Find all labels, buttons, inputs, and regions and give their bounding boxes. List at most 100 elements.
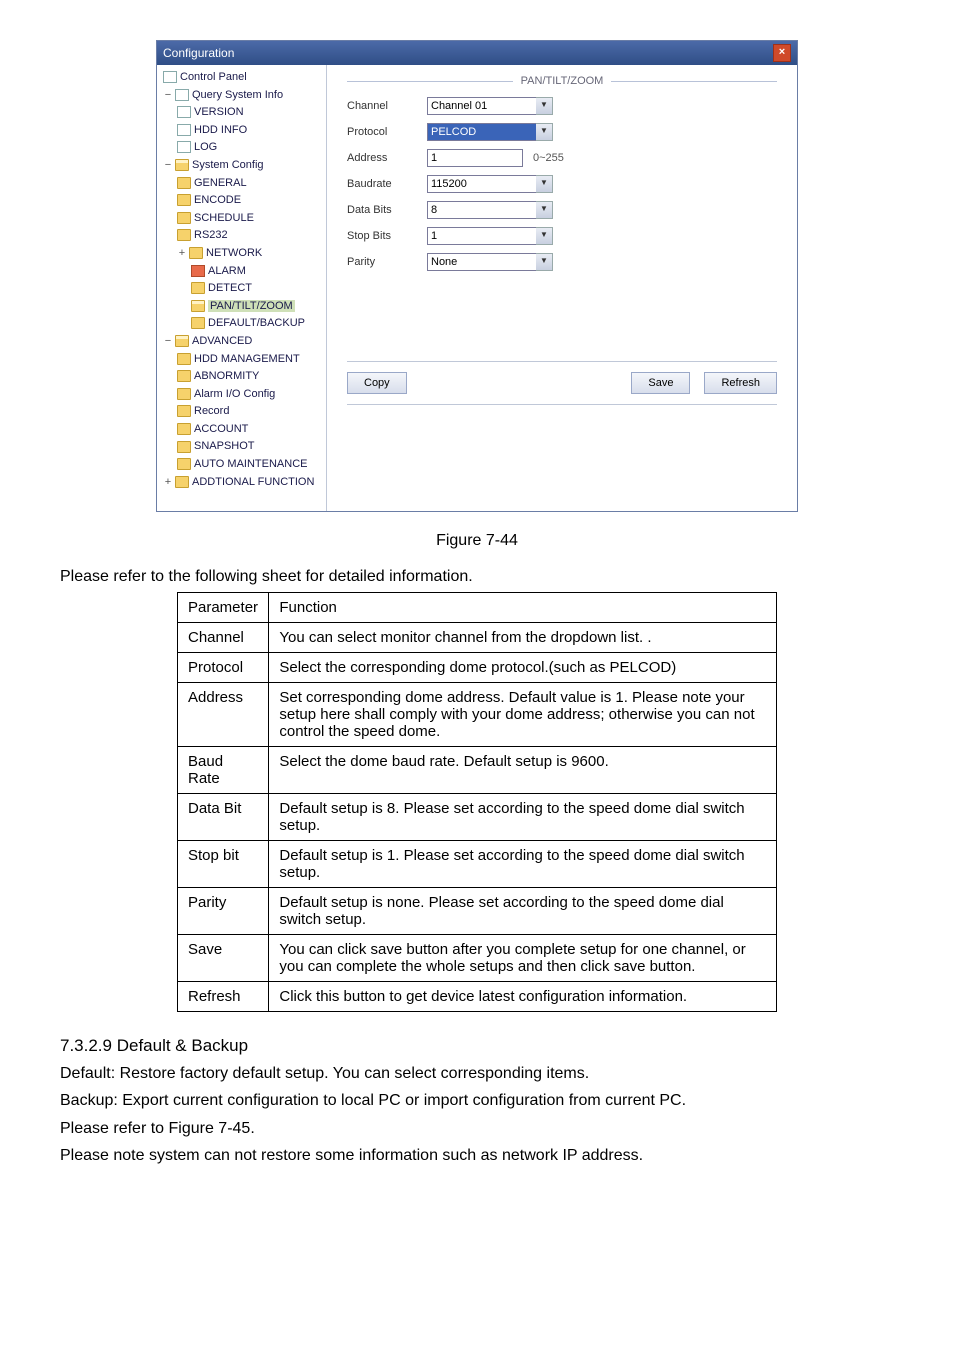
chevron-down-icon[interactable]: ▼ [536, 253, 553, 271]
tree-item[interactable]: ENCODE [177, 192, 324, 210]
table-row: RefreshClick this button to get device l… [178, 982, 777, 1012]
folder-icon [177, 177, 191, 189]
tree-item[interactable]: ACCOUNT [177, 421, 324, 439]
tree-network[interactable]: NETWORK [206, 247, 262, 259]
address-hint: 0~255 [533, 152, 564, 164]
folder-icon [177, 229, 191, 241]
folder-icon [177, 423, 191, 435]
tree-item[interactable]: VERSION [177, 104, 324, 122]
folder-open-icon [191, 300, 205, 312]
stopbits-label: Stop Bits [347, 230, 427, 242]
baudrate-label: Baudrate [347, 178, 427, 190]
intro-text: Please refer to the following sheet for … [60, 568, 894, 586]
panel-icon [163, 71, 177, 83]
address-input[interactable] [427, 149, 523, 167]
tree-item[interactable]: HDD MANAGEMENT [177, 351, 324, 369]
parameter-table: Parameter Function ChannelYou can select… [177, 592, 777, 1012]
stopbits-select[interactable] [427, 227, 537, 245]
refresh-button[interactable]: Refresh [704, 372, 777, 394]
close-icon[interactable]: × [773, 44, 791, 62]
body-text: Default: Restore factory default setup. … [60, 1062, 894, 1085]
tree-item[interactable]: RS232 [177, 227, 324, 245]
folder-icon [177, 194, 191, 206]
tree-item[interactable]: SCHEDULE [177, 210, 324, 228]
tree-item[interactable]: ABNORMITY [177, 368, 324, 386]
func-cell: Default setup is 1. Please set according… [269, 841, 777, 888]
tree-item[interactable]: Alarm I/O Config [177, 386, 324, 404]
param-cell: Data Bit [178, 794, 269, 841]
protocol-select[interactable] [427, 123, 537, 141]
chevron-down-icon[interactable]: ▼ [536, 201, 553, 219]
tree-item[interactable]: SNAPSHOT [177, 438, 324, 456]
folder-icon [191, 265, 205, 277]
param-cell: Parity [178, 888, 269, 935]
folder-icon [191, 317, 205, 329]
window-title: Configuration [163, 46, 234, 60]
table-row: Data BitDefault setup is 8. Please set a… [178, 794, 777, 841]
folder-icon [175, 476, 189, 488]
chevron-down-icon[interactable]: ▼ [536, 97, 553, 115]
baudrate-select[interactable] [427, 175, 537, 193]
address-label: Address [347, 152, 427, 164]
protocol-label: Protocol [347, 126, 427, 138]
func-cell: Click this button to get device latest c… [269, 982, 777, 1012]
chevron-down-icon[interactable]: ▼ [536, 123, 553, 141]
table-row: ParityDefault setup is none. Please set … [178, 888, 777, 935]
folder-icon [177, 370, 191, 382]
tree-item-ptz[interactable]: PAN/TILT/ZOOM [191, 298, 324, 316]
func-cell: Set corresponding dome address. Default … [269, 683, 777, 747]
parity-select[interactable] [427, 253, 537, 271]
tree-sysconfig[interactable]: System Config [192, 159, 264, 171]
gear-icon [175, 335, 189, 347]
folder-icon [177, 212, 191, 224]
tree-item[interactable]: AUTO MAINTENANCE [177, 456, 324, 474]
func-cell: Default setup is 8. Please set according… [269, 794, 777, 841]
param-cell: Stop bit [178, 841, 269, 888]
chevron-down-icon[interactable]: ▼ [536, 227, 553, 245]
col-header-param: Parameter [178, 593, 269, 623]
databits-select[interactable] [427, 201, 537, 219]
param-cell: Save [178, 935, 269, 982]
table-row: ChannelYou can select monitor channel fr… [178, 623, 777, 653]
button-bar: Copy Save Refresh [347, 361, 777, 405]
folder-icon [177, 353, 191, 365]
copy-button[interactable]: Copy [347, 372, 407, 394]
param-cell: Baud Rate [178, 747, 269, 794]
window-titlebar: Configuration × [157, 41, 797, 65]
chevron-down-icon[interactable]: ▼ [536, 175, 553, 193]
nav-tree: Control Panel −Query System Info VERSION… [157, 65, 327, 511]
tree-item[interactable]: DETECT [191, 280, 324, 298]
tree-item[interactable]: DEFAULT/BACKUP [191, 315, 324, 333]
doc-icon [177, 124, 191, 136]
databits-label: Data Bits [347, 204, 427, 216]
save-button[interactable]: Save [631, 372, 690, 394]
content-pane: PAN/TILT/ZOOM Channel ▼ Protocol ▼ Addre… [327, 65, 797, 511]
table-row: SaveYou can click save button after you … [178, 935, 777, 982]
figure-caption: Figure 7-44 [60, 532, 894, 550]
channel-select[interactable] [427, 97, 537, 115]
doc-icon [177, 106, 191, 118]
tree-item[interactable]: ALARM [191, 263, 324, 281]
section-title: PAN/TILT/ZOOM [513, 75, 612, 87]
doc-icon [175, 89, 189, 101]
folder-icon [177, 388, 191, 400]
tree-item[interactable]: LOG [177, 139, 324, 157]
tree-root[interactable]: Control Panel [163, 69, 324, 87]
body-text: Please note system can not restore some … [60, 1144, 894, 1167]
folder-icon [191, 282, 205, 294]
doc-icon [177, 141, 191, 153]
tree-addfunc[interactable]: ADDTIONAL FUNCTION [192, 476, 314, 488]
tree-item[interactable]: HDD INFO [177, 122, 324, 140]
tree-item[interactable]: GENERAL [177, 175, 324, 193]
parity-label: Parity [347, 256, 427, 268]
func-cell: Default setup is none. Please set accord… [269, 888, 777, 935]
tree-item[interactable]: Record [177, 403, 324, 421]
tree-advanced[interactable]: ADVANCED [192, 335, 252, 347]
section-heading: 7.3.2.9 Default & Backup [60, 1036, 894, 1056]
tree-query[interactable]: Query System Info [192, 89, 283, 101]
func-cell: You can select monitor channel from the … [269, 623, 777, 653]
folder-icon [177, 405, 191, 417]
folder-icon [177, 441, 191, 453]
param-cell: Channel [178, 623, 269, 653]
body-text: Please refer to Figure 7-45. [60, 1117, 894, 1140]
